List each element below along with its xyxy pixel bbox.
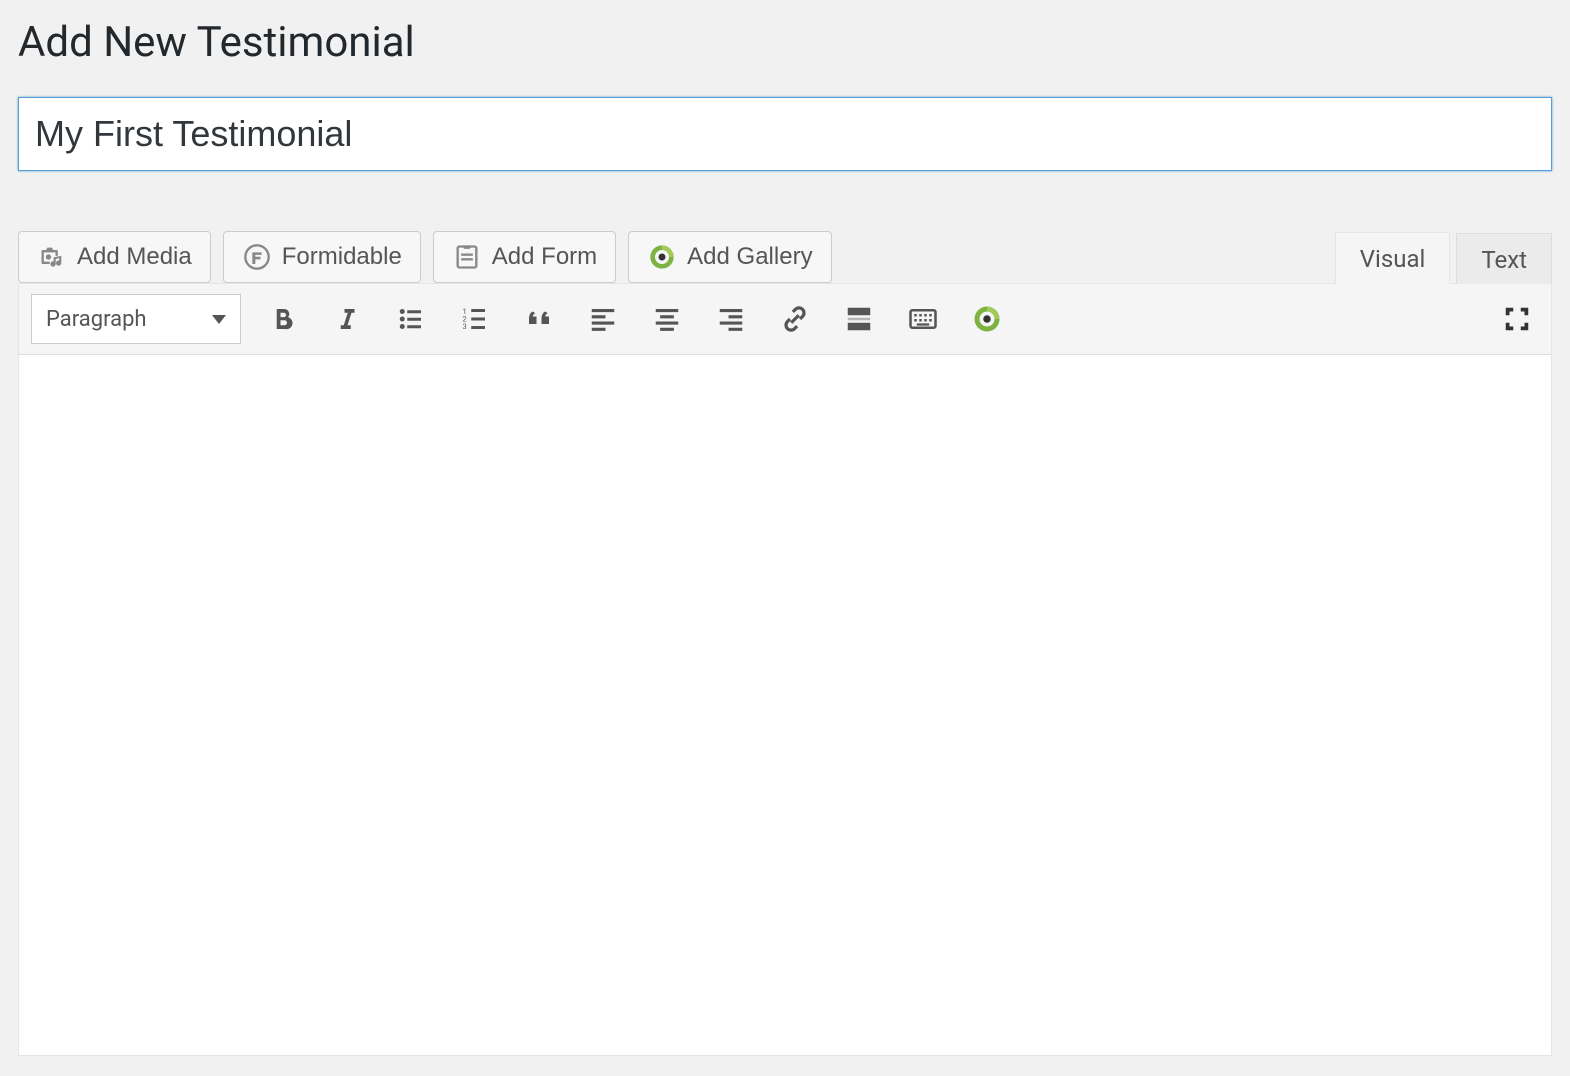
add-form-button[interactable]: Add Form bbox=[433, 231, 616, 283]
envira-leaf-icon bbox=[647, 242, 677, 272]
italic-button[interactable] bbox=[325, 297, 369, 341]
blockquote-button[interactable] bbox=[517, 297, 561, 341]
tab-visual-label: Visual bbox=[1360, 245, 1426, 273]
tab-text-label: Text bbox=[1481, 246, 1527, 274]
list-ul-icon bbox=[396, 304, 426, 334]
toolbar-toggle-button[interactable] bbox=[901, 297, 945, 341]
format-select-label: Paragraph bbox=[46, 307, 147, 332]
format-select[interactable]: Paragraph bbox=[31, 294, 241, 344]
add-gallery-button[interactable]: Add Gallery bbox=[628, 231, 831, 283]
align-right-icon bbox=[716, 304, 746, 334]
quote-icon bbox=[524, 304, 554, 334]
page-title: Add New Testimonial bbox=[18, 18, 1552, 67]
title-input-wrap bbox=[18, 97, 1552, 171]
editor-toolbar: Paragraph 1 2 3 bbox=[19, 284, 1551, 355]
add-form-label: Add Form bbox=[492, 245, 597, 269]
formidable-icon bbox=[242, 242, 272, 272]
keyboard-icon bbox=[908, 304, 938, 334]
bold-button[interactable] bbox=[261, 297, 305, 341]
add-media-label: Add Media bbox=[77, 245, 192, 269]
align-left-icon bbox=[588, 304, 618, 334]
editor-tabs: Visual Text bbox=[1329, 231, 1552, 283]
align-right-button[interactable] bbox=[709, 297, 753, 341]
link-button[interactable] bbox=[773, 297, 817, 341]
link-icon bbox=[780, 304, 810, 334]
align-left-button[interactable] bbox=[581, 297, 625, 341]
camera-music-icon bbox=[37, 242, 67, 272]
tab-text[interactable]: Text bbox=[1456, 233, 1552, 284]
formidable-button[interactable]: Formidable bbox=[223, 231, 421, 283]
list-ol-icon: 1 2 3 bbox=[460, 304, 490, 334]
numbered-list-button[interactable]: 1 2 3 bbox=[453, 297, 497, 341]
editor-box: Paragraph 1 2 3 bbox=[18, 283, 1552, 1056]
editor-content-area[interactable] bbox=[19, 355, 1551, 1055]
tab-visual[interactable]: Visual bbox=[1335, 232, 1451, 284]
formidable-label: Formidable bbox=[282, 245, 402, 269]
envira-leaf-icon bbox=[972, 304, 1002, 334]
add-gallery-label: Add Gallery bbox=[687, 245, 812, 269]
read-more-icon bbox=[844, 304, 874, 334]
align-center-icon bbox=[652, 304, 682, 334]
chevron-down-icon bbox=[212, 315, 226, 324]
bold-icon bbox=[268, 304, 298, 334]
add-media-button[interactable]: Add Media bbox=[18, 231, 211, 283]
page-wrap: Add New Testimonial Add Media Formid bbox=[0, 18, 1570, 1076]
post-title-input[interactable] bbox=[18, 97, 1552, 171]
envira-toolbar-button[interactable] bbox=[965, 297, 1009, 341]
bulleted-list-button[interactable] bbox=[389, 297, 433, 341]
media-button-row: Add Media Formidable Add Form bbox=[18, 231, 1552, 283]
form-icon bbox=[452, 242, 482, 272]
read-more-button[interactable] bbox=[837, 297, 881, 341]
svg-text:3: 3 bbox=[463, 322, 467, 331]
align-center-button[interactable] bbox=[645, 297, 689, 341]
fullscreen-icon bbox=[1502, 304, 1532, 334]
italic-icon bbox=[332, 304, 362, 334]
fullscreen-button[interactable] bbox=[1495, 297, 1539, 341]
